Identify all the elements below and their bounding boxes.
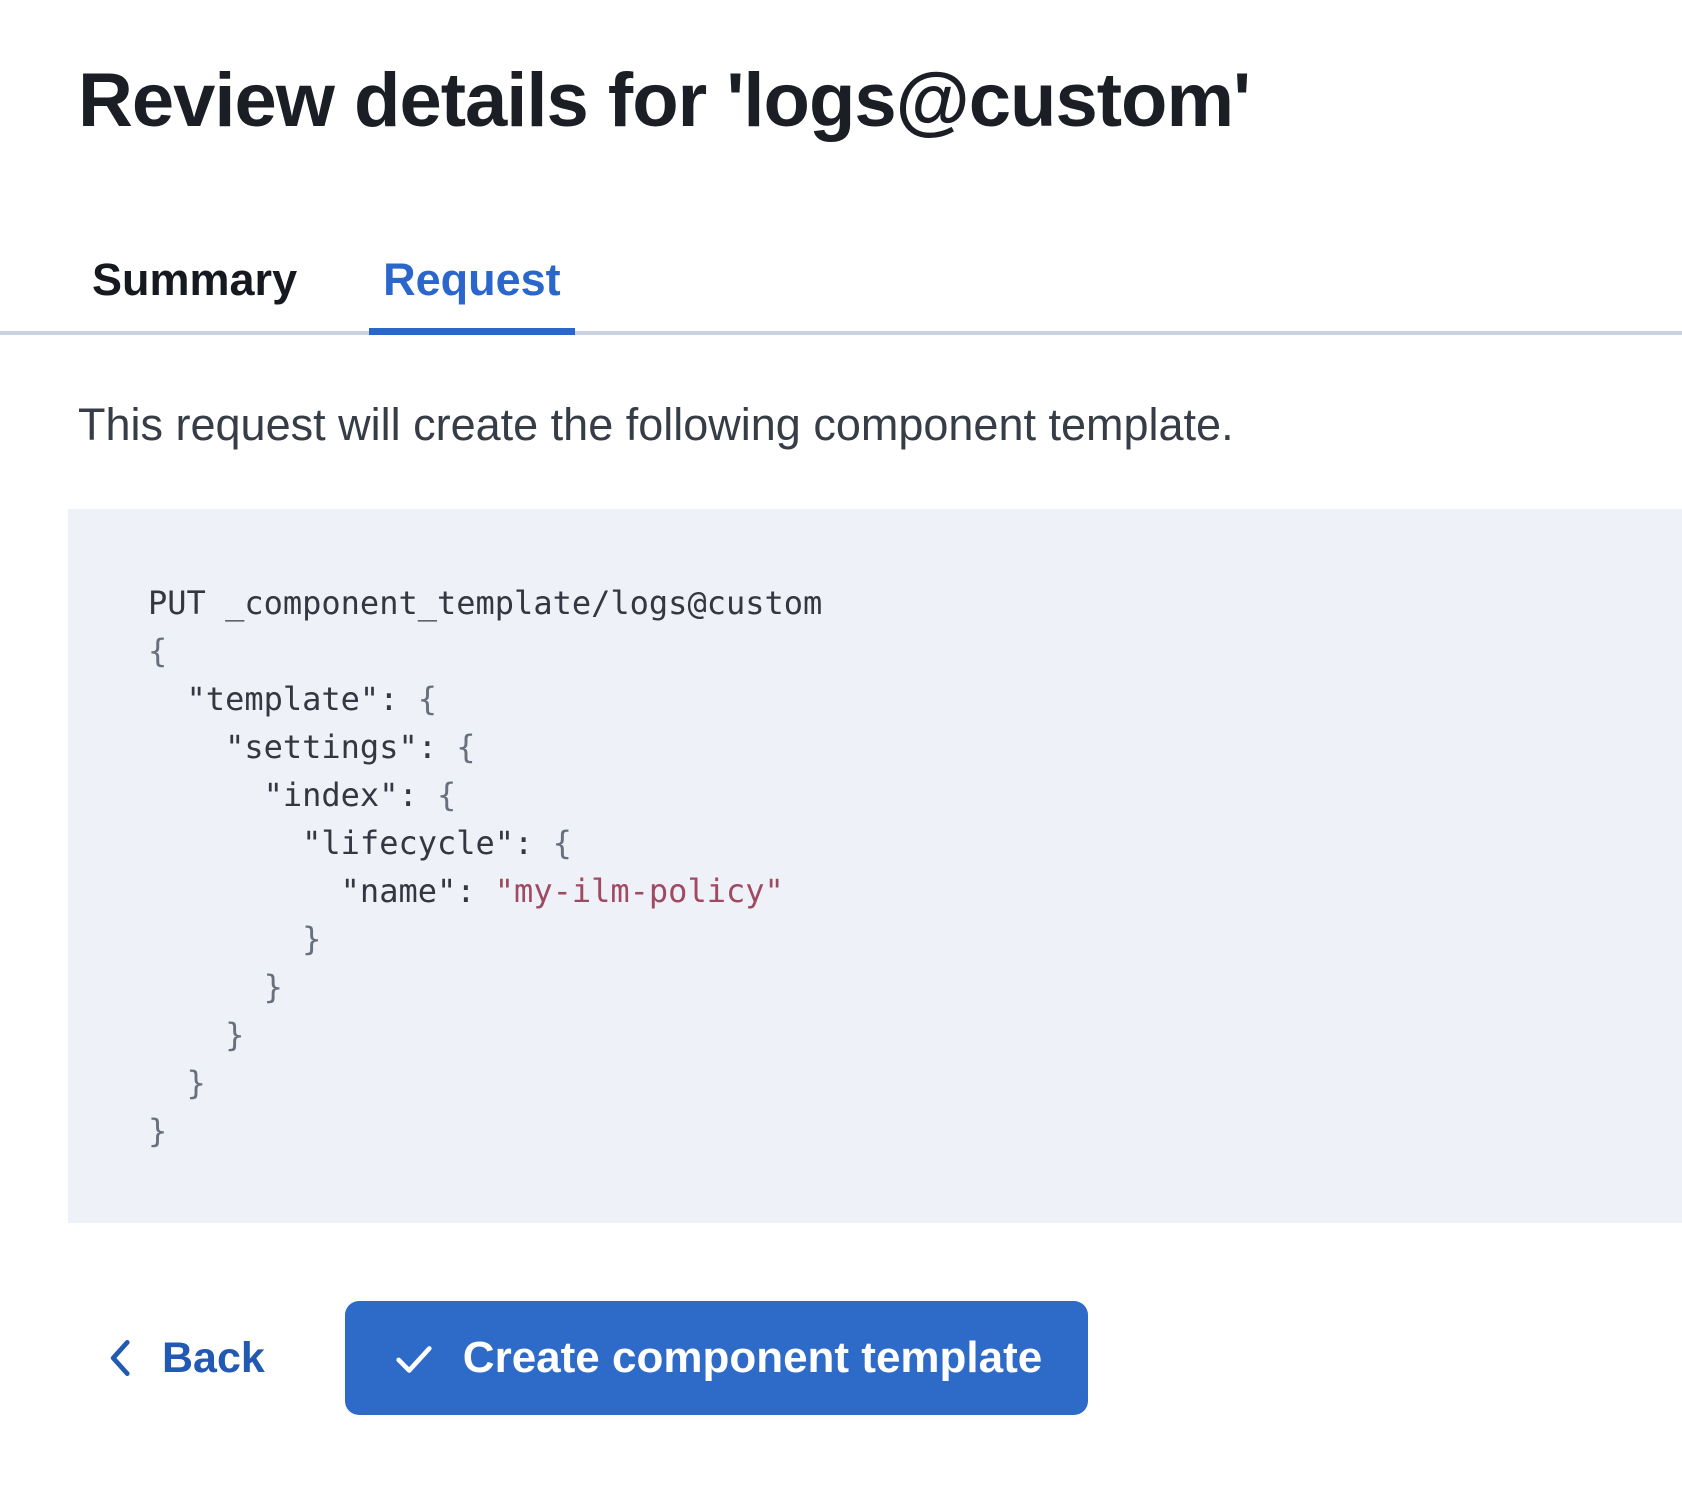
create-component-template-button[interactable]: Create component template (345, 1301, 1088, 1415)
code-line: } (148, 1011, 1622, 1059)
tabs: Summary Request (0, 246, 1682, 335)
code-content: PUT _component_template/logs@custom{ "te… (148, 579, 1622, 1155)
code-line: } (148, 1107, 1622, 1155)
code-line: "lifecycle": { (148, 819, 1622, 867)
code-line: "settings": { (148, 723, 1622, 771)
code-line: } (148, 963, 1622, 1011)
check-icon (391, 1335, 437, 1381)
chevron-left-icon (102, 1333, 140, 1383)
back-button[interactable]: Back (78, 1301, 289, 1415)
tab-summary[interactable]: Summary (78, 246, 311, 335)
request-description: This request will create the following c… (78, 397, 1682, 453)
tab-request[interactable]: Request (369, 246, 575, 335)
back-button-label: Back (162, 1334, 265, 1383)
code-line: "name": "my-ilm-policy" (148, 867, 1622, 915)
footer-actions: Back Create component template (78, 1301, 1682, 1415)
page-title: Review details for 'logs@custom' (78, 56, 1682, 146)
code-line: } (148, 915, 1622, 963)
create-button-label: Create component template (463, 1333, 1042, 1383)
code-line: { (148, 627, 1622, 675)
code-line: } (148, 1059, 1622, 1107)
code-line: "index": { (148, 771, 1622, 819)
code-line: PUT _component_template/logs@custom (148, 579, 1622, 627)
page-header: Review details for 'logs@custom' (0, 0, 1682, 146)
request-code-block: PUT _component_template/logs@custom{ "te… (68, 509, 1682, 1223)
code-line: "template": { (148, 675, 1622, 723)
